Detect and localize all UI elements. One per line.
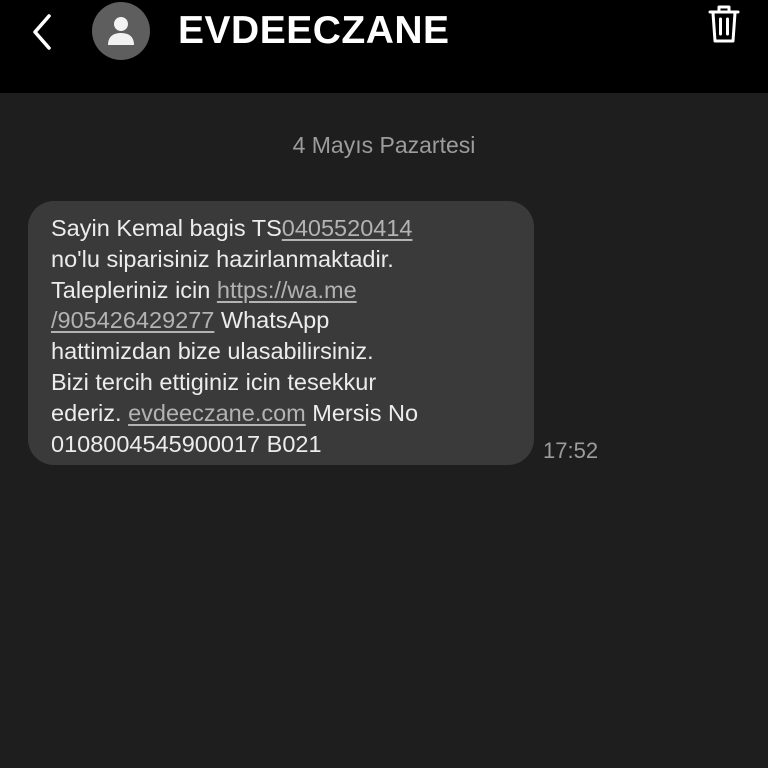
contact-name[interactable]: EVDEECZANE: [178, 6, 450, 56]
message-line: hattimizdan bize ulasabilirsiniz.: [51, 336, 518, 367]
trash-icon: [708, 5, 740, 43]
website-link[interactable]: evdeeczane.com: [128, 400, 306, 426]
message-text: hattimizdan bize ulasabilirsiniz.: [51, 338, 374, 365]
message-line: Talepleriniz icin https://wa.me: [51, 275, 518, 306]
whatsapp-link-part2[interactable]: /905426429277: [51, 307, 214, 333]
top-app-bar: EVDEECZANE: [0, 0, 768, 93]
message-line: /905426429277 WhatsApp: [51, 305, 518, 336]
chevron-left-icon: [33, 14, 51, 50]
message-line: no'lu siparisiniz hazirlanmaktadir.: [51, 244, 518, 275]
message-text: Bizi tercih ettiginiz icin tesekkur: [51, 368, 377, 395]
person-icon: [108, 17, 134, 45]
contact-avatar[interactable]: [92, 2, 150, 60]
delete-button[interactable]: [700, 0, 748, 48]
message-text: ederiz.: [51, 399, 129, 426]
message-text: Mersis No: [305, 399, 419, 426]
sms-conversation-screen: EVDEECZANE 4 Mayıs Pazartesi Sayin Kemal…: [0, 0, 768, 768]
message-line: ederiz. evdeeczane.com Mersis No: [51, 398, 518, 429]
message-line: 0108004545900017 B021: [51, 429, 518, 460]
message-line: Bizi tercih ettiginiz icin tesekkur: [51, 367, 518, 398]
message-timestamp: 17:52: [543, 438, 599, 463]
whatsapp-link-part1[interactable]: https://wa.me: [217, 277, 357, 303]
message-text: Talepleriniz icin: [51, 276, 217, 303]
date-separator: 4 Mayıs Pazartesi: [292, 132, 476, 158]
message-text: WhatsApp: [214, 307, 330, 334]
back-button[interactable]: [18, 8, 66, 56]
message-bubble[interactable]: Sayin Kemal bagis TS0405520414 no'lu sip…: [28, 201, 534, 465]
message-text: 0108004545900017 B021: [51, 430, 322, 457]
message-line: Sayin Kemal bagis TS0405520414: [51, 213, 518, 244]
message-text: Sayin Kemal bagis TS: [51, 215, 282, 241]
order-number-link[interactable]: 0405520414: [282, 215, 413, 241]
message-text: no'lu siparisiniz hazirlanmaktadir.: [51, 245, 394, 272]
